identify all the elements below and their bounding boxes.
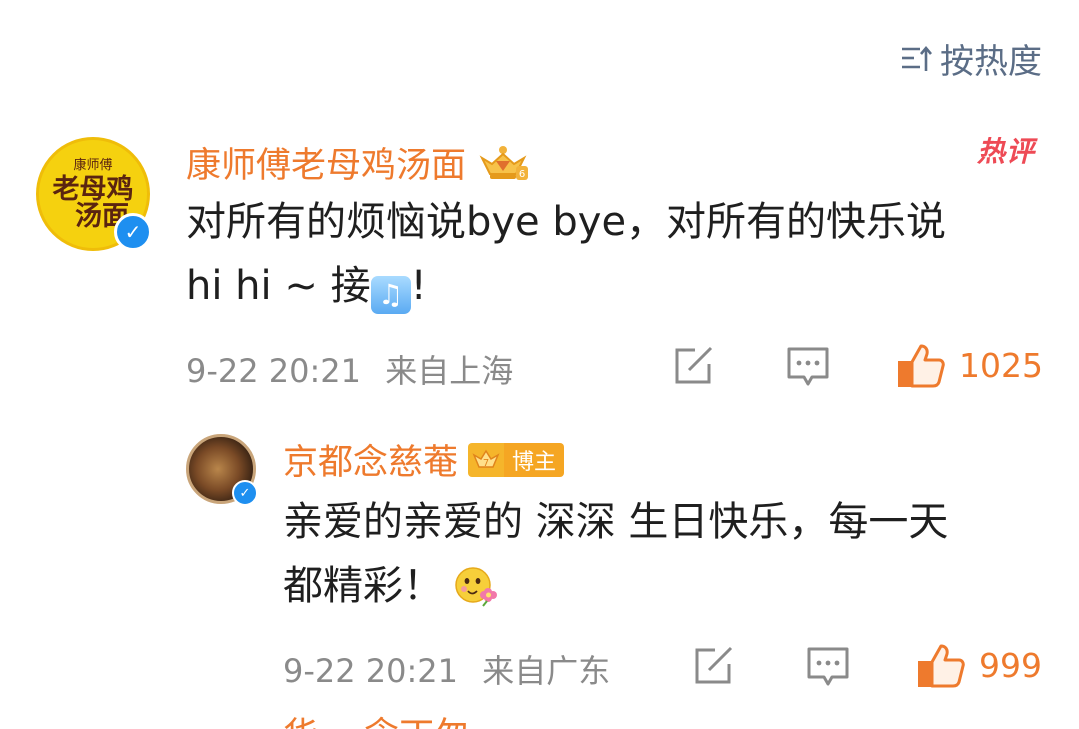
reply-thumbs-up-icon: [918, 644, 965, 688]
avatar-brand-text: 康师傅: [73, 157, 113, 173]
share-icon[interactable]: [673, 346, 715, 386]
next-reply-author-partial[interactable]: 华… 念丁匆: [283, 716, 469, 729]
blogger-tag: 7 博主: [468, 442, 565, 477]
sort-icon: [902, 45, 932, 71]
comment-text-line2: hi hi ~ 接 ♫!: [186, 254, 1046, 318]
comment-time: 9-22 20:21: [186, 352, 362, 390]
reply-text-line2-content: 都精彩！: [283, 563, 443, 609]
reply-like-button[interactable]: 999: [917, 642, 1042, 688]
reply-comment-icon[interactable]: [806, 646, 850, 688]
like-button[interactable]: 1025: [897, 342, 1043, 388]
flower-face-emoji-icon: [455, 567, 497, 607]
svg-text:6: 6: [519, 169, 525, 180]
reply-location: 来自广东: [482, 652, 611, 690]
crown-level-7-icon: 7: [468, 442, 505, 477]
comment-text-line2-after: !: [410, 263, 427, 309]
author-name: 康师傅老母鸡汤面: [186, 146, 467, 186]
reply-text-line2: 都精彩！: [283, 554, 1053, 618]
comment-text-line1: 对所有的烦恼说bye bye，对所有的快乐说: [186, 199, 947, 245]
reply-meta: 9-22 20:21 来自广东: [283, 646, 610, 692]
like-count: 1025: [959, 345, 1043, 385]
comments-page: 按热度 康师傅 老母鸡 汤面 ✓ 康师傅老母鸡汤面 6 热评 对所有的烦恼说by…: [0, 0, 1079, 729]
commenter-avatar[interactable]: 康师傅 老母鸡 汤面 ✓: [36, 137, 152, 251]
comment-author[interactable]: 康师傅老母鸡汤面 6: [186, 137, 530, 188]
sort-by-hot-button[interactable]: 按热度: [898, 34, 1042, 83]
reply-text-line1: 亲爱的亲爱的 深深 生日快乐，每一天: [283, 499, 949, 545]
role-tag-label: 博主: [504, 442, 565, 477]
reply-author[interactable]: 京都念慈菴 7 博主: [283, 434, 565, 485]
reply-avatar[interactable]: ✓: [186, 434, 258, 506]
thumbs-up-icon: [898, 344, 945, 388]
music-note-emoji-icon: ♫: [370, 276, 411, 314]
comment-icon[interactable]: [786, 346, 830, 388]
avatar-line1-text: 老母鸡: [52, 173, 134, 205]
reply-text: 亲爱的亲爱的 深深 生日快乐，每一天 都精彩！: [283, 490, 1053, 618]
comment-text-line2-before: hi hi ~ 接: [186, 263, 371, 309]
reply-time: 9-22 20:21: [283, 652, 459, 690]
comment-location: 来自上海: [385, 352, 514, 390]
reply-verified-badge-icon: ✓: [232, 480, 258, 506]
verified-badge-icon: ✓: [114, 213, 152, 251]
reply-share-icon[interactable]: [693, 646, 735, 686]
comment-text: 对所有的烦恼说bye bye，对所有的快乐说 hi hi ~ 接 ♫!: [186, 190, 1046, 318]
comment-meta: 9-22 20:21 来自上海: [186, 346, 513, 392]
crown-level-6-icon: 6: [479, 145, 529, 180]
svg-text:7: 7: [483, 458, 489, 469]
reply-like-count: 999: [979, 645, 1042, 685]
reply-author-name: 京都念慈菴: [283, 443, 459, 483]
sort-label: 按热度: [940, 42, 1042, 82]
hot-comment-tag: 热评: [977, 118, 1046, 170]
